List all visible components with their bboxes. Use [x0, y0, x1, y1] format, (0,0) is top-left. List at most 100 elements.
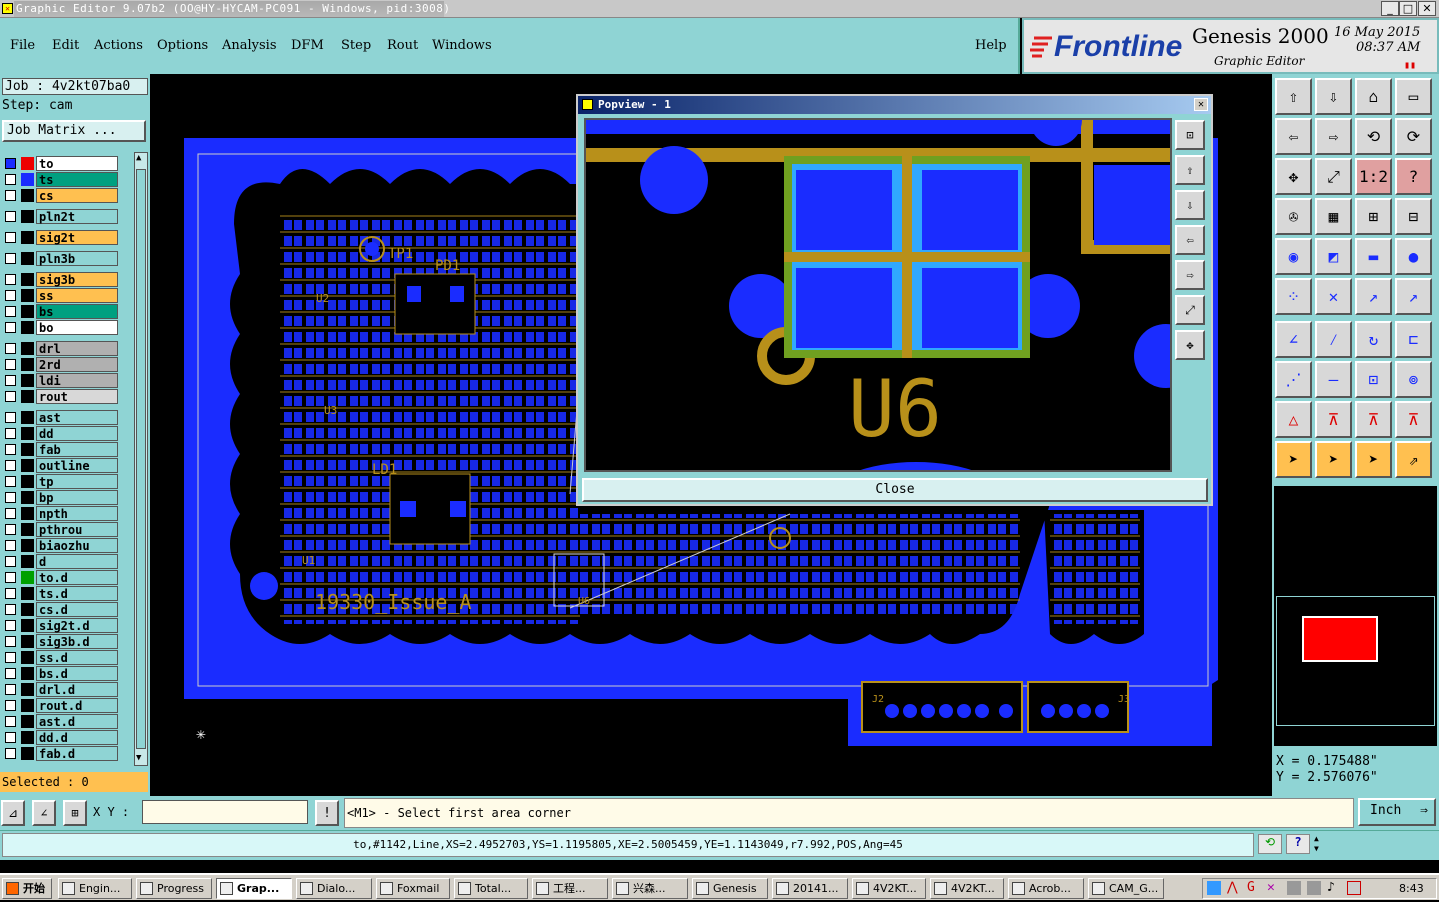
spread-icon[interactable]: ⋰	[1275, 361, 1312, 398]
mirror-icon[interactable]: ⊏	[1395, 321, 1432, 358]
tray-icon-1[interactable]	[1207, 881, 1221, 895]
pan-up-icon[interactable]: ⇧	[1275, 78, 1312, 115]
layer-affected-box[interactable]	[21, 289, 34, 302]
layer-row-dd-d[interactable]: dd.d	[2, 730, 118, 745]
layer-affected-box[interactable]	[21, 491, 34, 504]
delete-icon[interactable]: ✕	[1315, 278, 1352, 315]
layer-row-bp[interactable]: bp	[2, 490, 118, 505]
layer-row-d[interactable]: d	[2, 554, 118, 569]
layer-checkbox[interactable]	[5, 524, 16, 535]
start-button[interactable]: 开始	[2, 878, 52, 899]
layer-checkbox[interactable]	[5, 306, 16, 317]
arrow-cursor-icon[interactable]: ➤	[1355, 441, 1392, 478]
layer-checkbox[interactable]	[5, 343, 16, 354]
layer-checkbox[interactable]	[5, 322, 16, 333]
menu-windows[interactable]: Windows	[432, 38, 492, 53]
layer-checkbox[interactable]	[5, 274, 16, 285]
help-icon[interactable]: ?	[1286, 834, 1310, 854]
layer-on-icon[interactable]: ⊞	[1355, 198, 1392, 235]
grid-tool-icon[interactable]: ⊞	[63, 800, 87, 826]
tray-icon-2[interactable]: ⋀	[1227, 880, 1238, 895]
pan-left-icon[interactable]: ⇦	[1275, 118, 1312, 155]
layer-affected-box[interactable]	[21, 358, 34, 371]
layer-row-to-d[interactable]: to.d	[2, 570, 118, 585]
layer-checkbox[interactable]	[5, 375, 16, 386]
overview-viewport[interactable]	[1302, 616, 1378, 662]
circle-icon[interactable]: ●	[1395, 238, 1432, 275]
pattern-icon[interactable]: ⁘	[1275, 278, 1312, 315]
layer-row-ts-d[interactable]: ts.d	[2, 586, 118, 601]
layer-checkbox[interactable]	[5, 476, 16, 487]
layer-checkbox[interactable]	[5, 684, 16, 695]
layer-checkbox[interactable]	[5, 700, 16, 711]
pad-add-icon[interactable]: ◉	[1275, 238, 1312, 275]
taskbar-item[interactable]: Grap...	[216, 878, 292, 899]
layer-affected-box[interactable]	[21, 273, 34, 286]
layer-affected-box[interactable]	[21, 427, 34, 440]
tray-icon-5[interactable]	[1287, 881, 1301, 895]
layer-checkbox[interactable]	[5, 211, 16, 222]
layer-row-rout-d[interactable]: rout.d	[2, 698, 118, 713]
layer-affected-box[interactable]	[21, 210, 34, 223]
layer-affected-box[interactable]	[21, 231, 34, 244]
layer-affected-box[interactable]	[21, 587, 34, 600]
tray-icon-3[interactable]: G	[1247, 880, 1255, 895]
menu-help[interactable]: Help	[975, 38, 1007, 53]
layer-row-sig2t-d[interactable]: sig2t.d	[2, 618, 118, 633]
layer-affected-box[interactable]	[21, 342, 34, 355]
layer-checkbox[interactable]	[5, 572, 16, 583]
popview-zoom-icon[interactable]: ⊡	[1175, 120, 1205, 150]
layer-row-bs[interactable]: bs	[2, 304, 118, 319]
layer-row-tp[interactable]: tp	[2, 474, 118, 489]
menu-options[interactable]: Options	[157, 38, 208, 53]
taskbar-item[interactable]: Engin...	[58, 878, 132, 899]
layer-checkbox[interactable]	[5, 174, 16, 185]
menu-analysis[interactable]: Analysis	[222, 38, 277, 53]
zoom-fit-icon[interactable]: ✥	[1275, 158, 1312, 195]
layer-row-to[interactable]: to	[2, 156, 118, 171]
popview-close-icon[interactable]: ✕	[1194, 98, 1208, 111]
tray-icon-6[interactable]	[1307, 881, 1321, 895]
taskbar-item[interactable]: 兴森...	[612, 878, 688, 899]
menu-rout[interactable]: Rout	[387, 38, 418, 53]
layer-checkbox[interactable]	[5, 492, 16, 503]
layer-row-drl-d[interactable]: drl.d	[2, 682, 118, 697]
surface-icon[interactable]: ◩	[1315, 238, 1352, 275]
grid-icon[interactable]: ▦	[1315, 198, 1352, 235]
layer-affected-box[interactable]	[21, 173, 34, 186]
layer-checkbox[interactable]	[5, 652, 16, 663]
layer-row-sig2t[interactable]: sig2t	[2, 230, 118, 245]
scroll-down-icon[interactable]: ▼	[136, 754, 146, 764]
layer-affected-box[interactable]	[21, 683, 34, 696]
layer-row-fab[interactable]: fab	[2, 442, 118, 457]
popview-fit-icon[interactable]: ⤢	[1175, 295, 1205, 325]
taskbar-item[interactable]: Total...	[454, 878, 528, 899]
tray-icon-4[interactable]: ✕	[1267, 880, 1275, 895]
units-selector[interactable]: Inch ⇒	[1358, 798, 1436, 826]
layer-row-fab-d[interactable]: fab.d	[2, 746, 118, 761]
taskbar-item[interactable]: Genesis	[692, 878, 768, 899]
layer-row-npth[interactable]: npth	[2, 506, 118, 521]
layer-affected-box[interactable]	[21, 252, 34, 265]
layer-row-pln2t[interactable]: pln2t	[2, 209, 118, 224]
layer-checkbox[interactable]	[5, 444, 16, 455]
taskbar-item[interactable]: CAM_G...	[1088, 878, 1164, 899]
layer-affected-box[interactable]	[21, 747, 34, 760]
layer-checkbox[interactable]	[5, 540, 16, 551]
layer-checkbox[interactable]	[5, 190, 16, 201]
layer-affected-box[interactable]	[21, 189, 34, 202]
taskbar-item[interactable]: Acrob...	[1008, 878, 1084, 899]
popview-pan-left-icon[interactable]: ⇦	[1175, 225, 1205, 255]
copy-icon[interactable]: ↗	[1395, 278, 1432, 315]
menu-dfm[interactable]: DFM	[291, 38, 324, 53]
layer-checkbox[interactable]	[5, 748, 16, 759]
layer-off-icon[interactable]: ⊟	[1395, 198, 1432, 235]
line-icon[interactable]: ▬	[1355, 238, 1392, 275]
layer-checkbox[interactable]	[5, 359, 16, 370]
layer-row-outline[interactable]: outline	[2, 458, 118, 473]
layer-row-cs-d[interactable]: cs.d	[2, 602, 118, 617]
angle-tool-icon[interactable]: ∠	[32, 800, 56, 826]
angle-icon[interactable]: ∠	[1275, 321, 1312, 358]
undo-view-icon[interactable]: ⟲	[1355, 118, 1392, 155]
maximize-button[interactable]: □	[1399, 1, 1417, 16]
